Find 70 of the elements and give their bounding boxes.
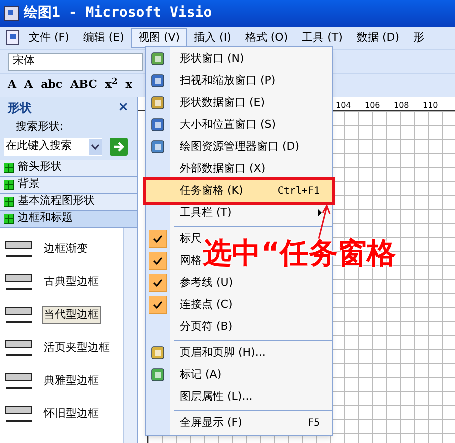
format-button[interactable]: abc xyxy=(41,77,63,94)
shape-label[interactable]: 活页夹型边框 xyxy=(42,338,112,358)
menu-bar-item[interactable]: 文件 (F) xyxy=(22,28,76,48)
shape-label[interactable]: 当代型边框 xyxy=(42,306,101,324)
menu-item[interactable]: 工具栏 (T) xyxy=(180,204,232,222)
menu-bar-item[interactable]: 视图 (V) xyxy=(131,28,188,48)
close-button[interactable]: × xyxy=(118,98,129,118)
ruler-number: 104 xyxy=(336,102,351,110)
submenu-arrow-icon xyxy=(316,209,324,217)
menu-bar-item[interactable]: 工具 (T) xyxy=(295,28,350,48)
menu-item[interactable]: 参考线 (U) xyxy=(180,274,234,292)
format-button[interactable]: x$^{2}$ xyxy=(105,77,118,94)
shape-label[interactable]: 古典型边框 xyxy=(42,272,101,292)
annotation-text: 选中“任务窗格 xyxy=(203,239,396,268)
menu-bar-item[interactable]: 格式 (O) xyxy=(238,28,296,48)
menu-item-icon xyxy=(150,73,166,89)
menu-item-icon xyxy=(150,367,166,383)
menu-item[interactable]: 任务窗格 (K) Ctrl+F1 xyxy=(146,180,332,202)
stencil-header[interactable]: 边框和标题 xyxy=(0,210,137,228)
format-button[interactable]: A xyxy=(24,77,34,94)
window-title: 绘图1 - Microsoft Visio xyxy=(24,4,212,23)
shortcut-text: F5 xyxy=(308,416,321,430)
search-label: 搜索形状: xyxy=(15,119,65,135)
menu-item[interactable]: 标记 (A) xyxy=(180,366,222,384)
stencil-icon xyxy=(4,180,14,190)
menu-item[interactable]: 形状窗口 (N) xyxy=(180,50,244,68)
app-icon xyxy=(4,6,20,22)
menu-item-icon xyxy=(150,117,166,133)
menu-item-icon xyxy=(150,51,166,67)
search-field[interactable]: 在此键入搜索 xyxy=(4,138,102,156)
shape-label[interactable]: 边框渐变 xyxy=(42,240,90,258)
shape-label[interactable]: 怀旧型边框 xyxy=(42,404,101,424)
stencil-icon xyxy=(4,162,14,172)
menu-item[interactable]: 页眉和页脚 (H)... xyxy=(180,344,266,362)
menu-item[interactable]: 绘图资源管理器窗口 (D) xyxy=(180,138,300,156)
menu-item[interactable]: 大小和位置窗口 (S) xyxy=(180,116,276,134)
menu-item[interactable]: 形状数据窗口 (E) xyxy=(180,94,266,112)
menu-bar-item[interactable]: 编辑 (E) xyxy=(76,28,132,48)
menu-item-icon xyxy=(150,95,166,111)
menu-item[interactable]: 扫视和缩放窗口 (P) xyxy=(180,72,276,90)
font-field[interactable]: 宋体 xyxy=(8,52,143,70)
menu-item-icon xyxy=(150,345,166,361)
stencil-icon xyxy=(4,214,14,224)
menu-item[interactable]: 图层属性 (L)... xyxy=(180,388,253,406)
stencil-header[interactable]: 箭头形状 xyxy=(0,160,137,176)
format-button[interactable]: A xyxy=(8,77,17,94)
stencil-header[interactable]: 基本流程图形状 xyxy=(0,194,137,210)
dropdown-icon xyxy=(89,138,102,154)
menu-bar-item[interactable]: 数据 (D) xyxy=(350,28,407,48)
menu-item-icon xyxy=(150,139,166,155)
shape-label[interactable]: 典雅型边框 xyxy=(42,372,101,390)
stencil-icon xyxy=(4,196,14,206)
menu-item[interactable]: 标尺 xyxy=(180,230,202,248)
format-button[interactable]: x xyxy=(126,77,132,94)
menu-bar-item[interactable]: 插入 (I) xyxy=(187,28,238,48)
ruler-number: 108 xyxy=(394,102,409,110)
menu-item[interactable]: 外部数据窗口 (X) xyxy=(180,160,266,178)
menu-item[interactable]: 分页符 (B) xyxy=(180,318,233,336)
ruler-number: 110 xyxy=(423,102,438,110)
panel-title: 形状 xyxy=(8,100,32,117)
scrollbar[interactable] xyxy=(123,228,137,443)
menu-item[interactable]: 连接点 (C) xyxy=(180,296,233,314)
ruler-number: 106 xyxy=(365,102,380,110)
shortcut-text: Ctrl+F1 xyxy=(278,184,321,198)
stencil-header[interactable]: 背景 xyxy=(0,176,137,194)
document-icon xyxy=(4,30,22,46)
menu-item[interactable]: 全屏显示 (F) xyxy=(180,414,242,432)
menu-item[interactable]: 网格 xyxy=(180,252,202,270)
menu-bar-item[interactable]: 形 xyxy=(406,28,432,48)
format-button[interactable]: ABC xyxy=(70,77,98,94)
